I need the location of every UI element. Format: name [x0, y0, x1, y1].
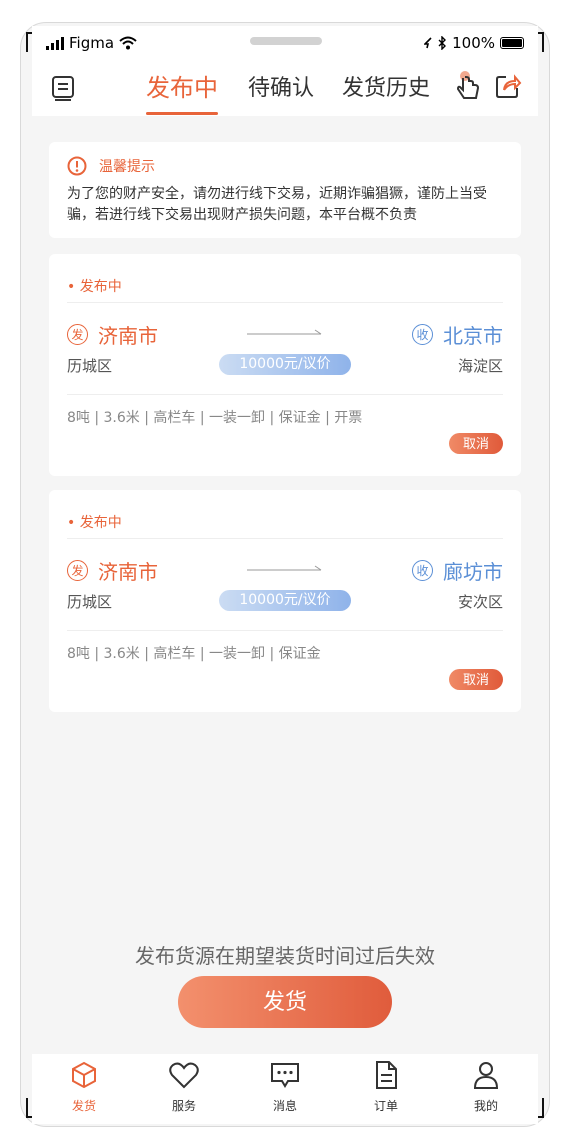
tab-header: 发布中 待确认 发货历史 — [32, 62, 538, 116]
origin: 发 济南市 — [67, 556, 158, 585]
ship-button[interactable]: 发货 — [178, 976, 392, 1028]
destination-badge: 收 — [412, 324, 433, 345]
price-badge: 10000元/议价 — [219, 590, 351, 611]
chat-icon — [271, 1063, 299, 1088]
cube-icon — [72, 1061, 96, 1089]
destination: 收 北京市 — [412, 320, 503, 349]
location-icon — [424, 37, 432, 49]
share-icon[interactable] — [494, 72, 522, 100]
origin-district: 历城区 — [67, 357, 113, 375]
hand-pointer-icon[interactable] — [454, 70, 482, 102]
tip-title: 温馨提示 — [99, 159, 155, 175]
signal-icon — [46, 36, 64, 50]
nav-label: 订单 — [373, 1099, 398, 1113]
nav-item-messages[interactable]: 消息 — [255, 1060, 315, 1114]
origin-badge: 发 — [67, 324, 88, 345]
nav-item-orders[interactable]: 订单 — [356, 1060, 416, 1114]
order-specs: 8吨 | 3.6米 | 高栏车 | 一装一卸 | 保证金 — [67, 646, 321, 662]
nav-label: 消息 — [272, 1099, 297, 1113]
tab-publishing[interactable]: 发布中 — [146, 68, 218, 103]
status-bar: Figma 100% — [32, 26, 538, 60]
order-card[interactable]: • 发布中 发 济南市 收 北京市 历城区 10000元/议价 海淀区 8吨 |… — [49, 254, 521, 476]
nav-label: 我的 — [473, 1099, 498, 1113]
tab-history[interactable]: 发货历史 — [342, 70, 430, 102]
nav-label: 发货 — [71, 1099, 96, 1113]
origin-city: 济南市 — [98, 324, 158, 348]
nav-label: 服务 — [171, 1099, 196, 1113]
nav-item-service[interactable]: 服务 — [154, 1060, 214, 1114]
tab-pending[interactable]: 待确认 — [248, 70, 314, 102]
destination-district: 海淀区 — [457, 357, 503, 375]
arrow-right-icon — [247, 329, 322, 335]
origin: 发 济南市 — [67, 320, 158, 349]
divider — [67, 538, 503, 539]
cancel-button[interactable]: 取消 — [449, 433, 503, 454]
wifi-icon — [119, 36, 137, 50]
heart-icon — [169, 1062, 199, 1089]
message-list-icon[interactable] — [50, 74, 76, 102]
destination-city: 廊坊市 — [443, 560, 503, 584]
order-status: • 发布中 — [67, 279, 122, 295]
cancel-button[interactable]: 取消 — [449, 669, 503, 690]
tip-body: 为了您的财产安全，请勿进行线下交易，近期诈骗猖獗，谨防上当受骗，若进行线下交易出… — [67, 186, 487, 223]
screen: Figma 100% 发布中 待确认 发货历史 温馨提示 为了您的财产安全，请勿… — [32, 26, 538, 1124]
nav-item-profile[interactable]: 我的 — [456, 1060, 516, 1114]
arrow-right-icon — [247, 565, 322, 571]
order-specs: 8吨 | 3.6米 | 高栏车 | 一装一卸 | 保证金 | 开票 — [67, 410, 363, 426]
nav-item-ship[interactable]: 发货 — [54, 1060, 114, 1114]
destination: 收 廊坊市 — [412, 556, 503, 585]
divider — [67, 630, 503, 631]
order-status: • 发布中 — [67, 515, 122, 531]
user-icon — [473, 1062, 499, 1089]
origin-city: 济南市 — [98, 560, 158, 584]
carrier-label: Figma — [69, 34, 115, 52]
battery-icon — [500, 37, 524, 49]
destination-city: 北京市 — [443, 324, 503, 348]
active-tab-indicator — [146, 112, 218, 115]
divider — [67, 302, 503, 303]
price-badge: 10000元/议价 — [219, 354, 351, 375]
destination-badge: 收 — [412, 560, 433, 581]
bottom-nav: 发货 服务 消息 订单 我的 — [32, 1054, 538, 1124]
origin-district: 历城区 — [67, 593, 113, 611]
notch — [250, 37, 322, 45]
warning-icon — [67, 156, 87, 176]
origin-badge: 发 — [67, 560, 88, 581]
order-card[interactable]: • 发布中 发 济南市 收 廊坊市 历城区 10000元/议价 安次区 8吨 |… — [49, 490, 521, 712]
destination-district: 安次区 — [457, 593, 503, 611]
bluetooth-icon — [438, 36, 447, 50]
warning-tip-card: 温馨提示 为了您的财产安全，请勿进行线下交易，近期诈骗猖獗，谨防上当受骗，若进行… — [49, 142, 521, 238]
divider — [67, 394, 503, 395]
battery-percent: 100% — [452, 34, 495, 52]
expire-note: 发布货源在期望装货时间过后失效 — [135, 944, 435, 968]
document-icon — [376, 1061, 397, 1089]
